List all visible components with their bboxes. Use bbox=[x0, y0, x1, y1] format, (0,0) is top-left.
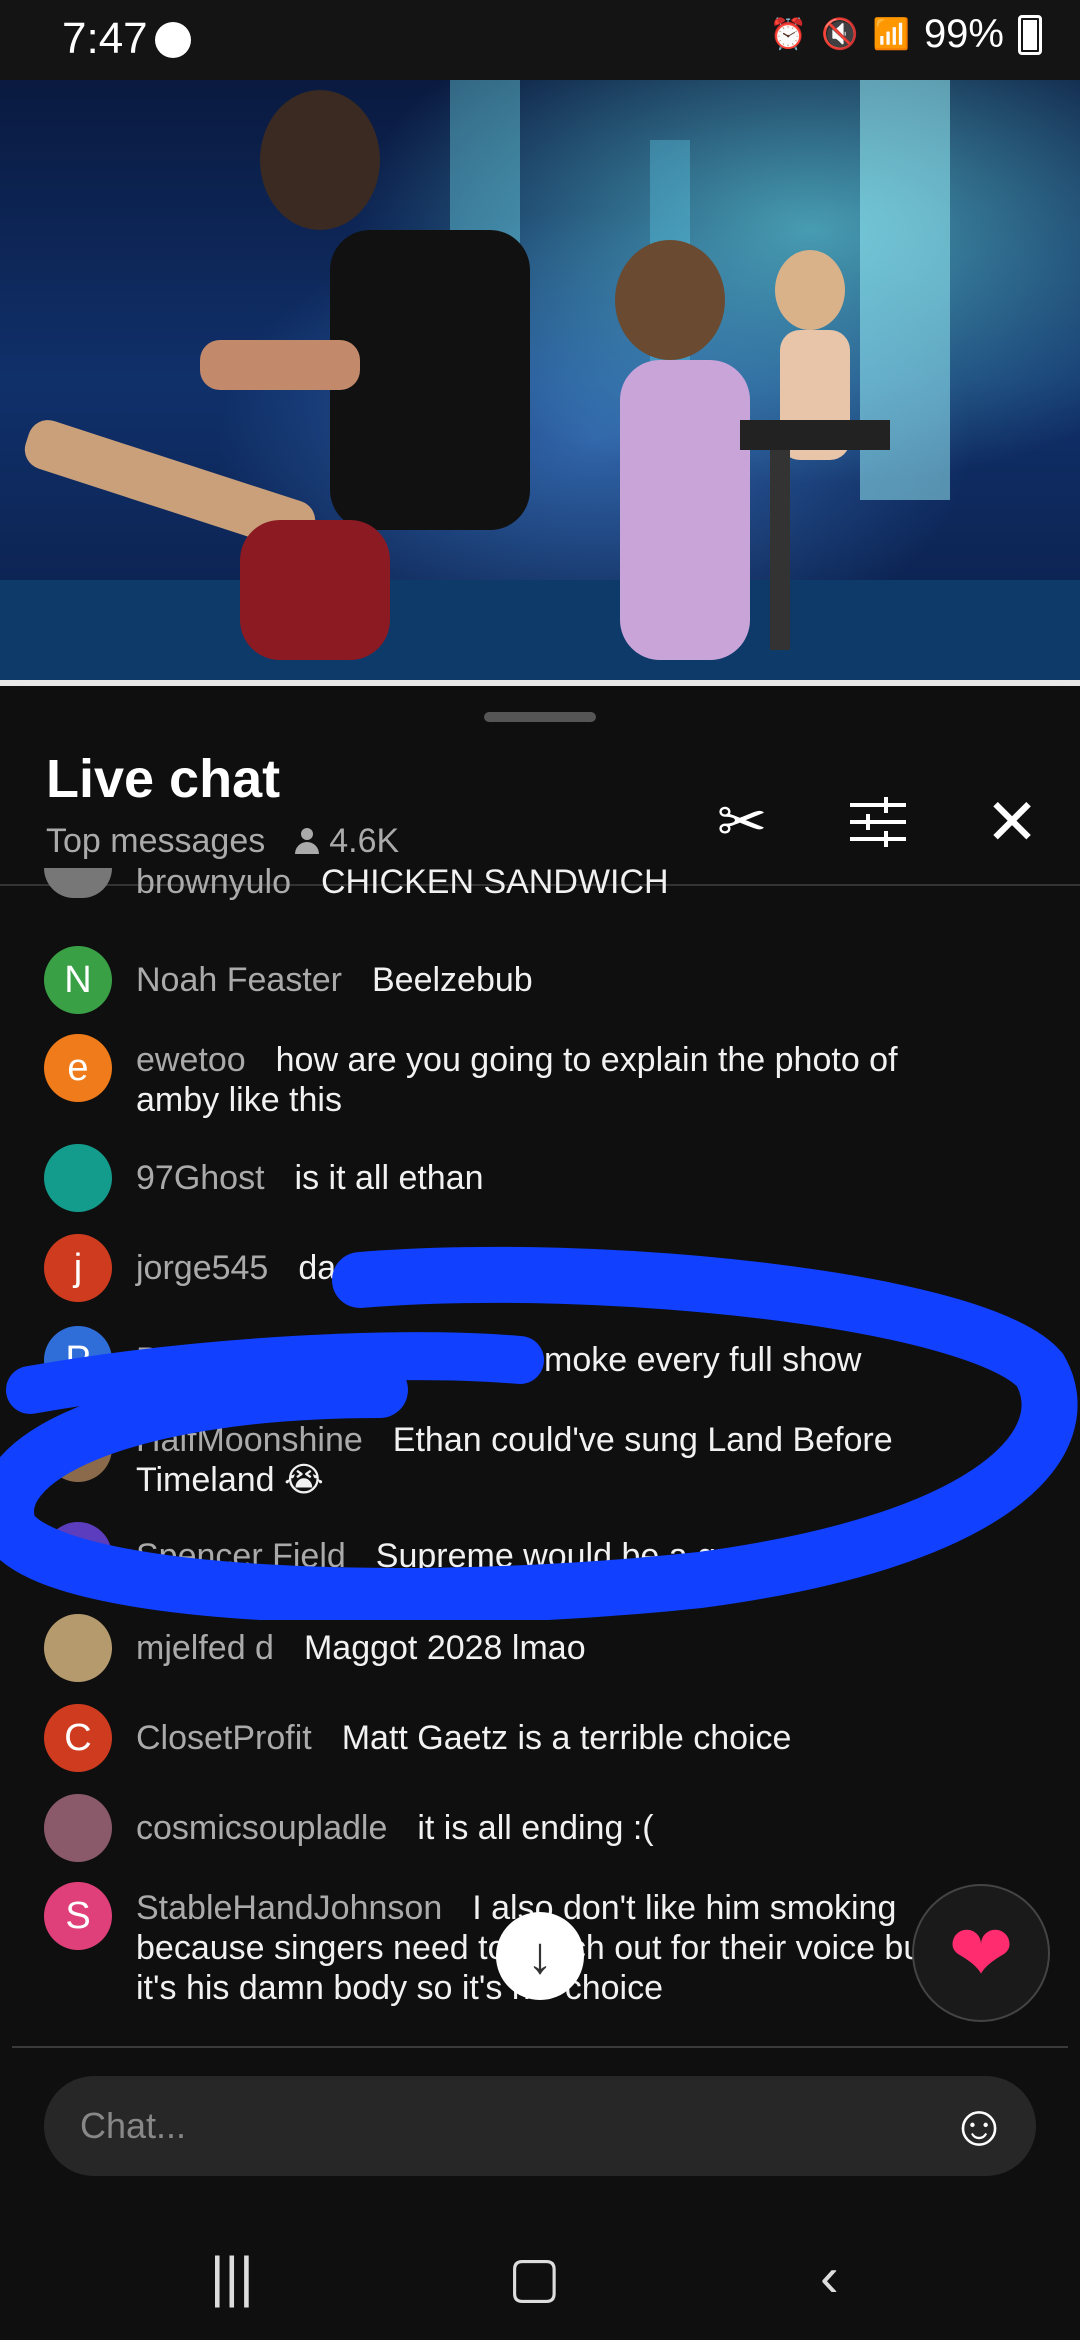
input-divider bbox=[12, 2046, 1068, 2048]
avatar[interactable]: S bbox=[44, 1522, 112, 1590]
message-author[interactable]: HalfMoonshine bbox=[136, 1421, 363, 1459]
message-text: amby should chainsmoke every full show bbox=[243, 1341, 862, 1379]
emoji-button[interactable]: ☺ bbox=[944, 2090, 1014, 2160]
heart-icon: ❤ bbox=[948, 1908, 1014, 1997]
clip-button[interactable]: ✂ bbox=[702, 782, 782, 862]
message-text: is it all ethan bbox=[294, 1159, 484, 1197]
person-icon bbox=[293, 827, 321, 856]
message-text: how are you going to explain the photo o… bbox=[136, 1041, 898, 1119]
message-author[interactable]: StableHandJohnson bbox=[136, 1889, 442, 1927]
smiley-icon: ☺ bbox=[949, 2092, 1009, 2158]
avatar[interactable] bbox=[44, 1614, 112, 1682]
wifi-icon: 📶 bbox=[872, 18, 910, 51]
chat-input-placeholder: Chat... bbox=[80, 2105, 187, 2146]
message-author[interactable]: ewetoo bbox=[136, 1041, 246, 1079]
message-author[interactable]: Paul. bbox=[136, 1341, 214, 1379]
system-nav-bar: ||| ▢ ‹ bbox=[0, 2200, 1080, 2340]
avatar[interactable]: S bbox=[44, 1882, 112, 1950]
recent-apps-button[interactable]: ||| bbox=[210, 2244, 254, 2309]
message-text: da bbox=[298, 1249, 337, 1287]
avatar[interactable]: C bbox=[44, 1704, 112, 1772]
close-icon: ✕ bbox=[985, 785, 1039, 858]
avatar[interactable]: N bbox=[44, 946, 112, 1014]
alarm-icon: ⏰ bbox=[769, 18, 808, 51]
video-player[interactable] bbox=[0, 80, 1080, 680]
message-author[interactable]: brownyulo bbox=[136, 863, 291, 901]
avatar[interactable] bbox=[44, 1144, 112, 1212]
video-frame bbox=[0, 80, 1080, 680]
message-author[interactable]: 97Ghost bbox=[136, 1159, 265, 1197]
back-button[interactable]: ‹ bbox=[820, 2244, 839, 2309]
message-text: Maggot 2028 lmao bbox=[303, 1629, 586, 1667]
avatar[interactable]: P bbox=[44, 1326, 112, 1394]
message-author[interactable]: cosmicsoupladle bbox=[136, 1809, 387, 1847]
battery-icon bbox=[1018, 14, 1042, 55]
message-text: it is all ending :( bbox=[417, 1809, 654, 1847]
chat-mode-label[interactable]: Top messages bbox=[46, 822, 265, 861]
sliders-icon bbox=[850, 797, 906, 847]
status-bar: 7:47 ⏰ 🔇 📶 99% bbox=[0, 0, 1080, 80]
message-author[interactable]: mjelfed d bbox=[136, 1629, 274, 1667]
viewer-count-value: 4.6K bbox=[329, 822, 400, 860]
chat-input[interactable]: Chat... ☺ bbox=[44, 2076, 1036, 2176]
message-text: CHICKEN SANDWICH bbox=[320, 863, 669, 901]
viewer-count: 4.6K bbox=[293, 822, 399, 861]
message-text: Supreme would be a great Bu bbox=[375, 1537, 826, 1575]
reaction-button[interactable]: ❤ bbox=[912, 1884, 1050, 2022]
avatar[interactable]: e bbox=[44, 1034, 112, 1102]
scissors-icon: ✂ bbox=[716, 788, 768, 855]
message-author[interactable]: Noah Feaster bbox=[136, 961, 342, 999]
notification-dot-icon bbox=[155, 22, 191, 58]
scroll-to-bottom-button[interactable]: ↓ bbox=[496, 1912, 584, 2000]
chat-subtitle: Top messages 4.6K bbox=[46, 822, 399, 861]
avatar[interactable] bbox=[44, 1414, 112, 1482]
battery-percent: 99% bbox=[923, 12, 1004, 56]
message-author[interactable]: jorge545 bbox=[136, 1249, 268, 1287]
message-text: Matt Gaetz is a terrible choice bbox=[341, 1719, 792, 1757]
drag-handle[interactable] bbox=[484, 712, 596, 722]
message-author[interactable]: ClosetProfit bbox=[136, 1719, 312, 1757]
avatar[interactable] bbox=[44, 1794, 112, 1862]
mute-icon: 🔇 bbox=[821, 18, 859, 51]
home-button[interactable]: ▢ bbox=[508, 2244, 561, 2310]
arrow-down-icon: ↓ bbox=[527, 1927, 553, 1985]
status-icons: ⏰ 🔇 📶 99% bbox=[770, 12, 1042, 57]
filter-button[interactable] bbox=[838, 782, 918, 862]
close-button[interactable]: ✕ bbox=[972, 782, 1052, 862]
chat-title: Live chat bbox=[46, 749, 281, 809]
status-time: 7:47 bbox=[62, 14, 148, 63]
message-author[interactable]: Spencer Field bbox=[136, 1537, 346, 1575]
avatar[interactable]: j bbox=[44, 1234, 112, 1302]
message-text: Beelzebub bbox=[372, 961, 533, 999]
